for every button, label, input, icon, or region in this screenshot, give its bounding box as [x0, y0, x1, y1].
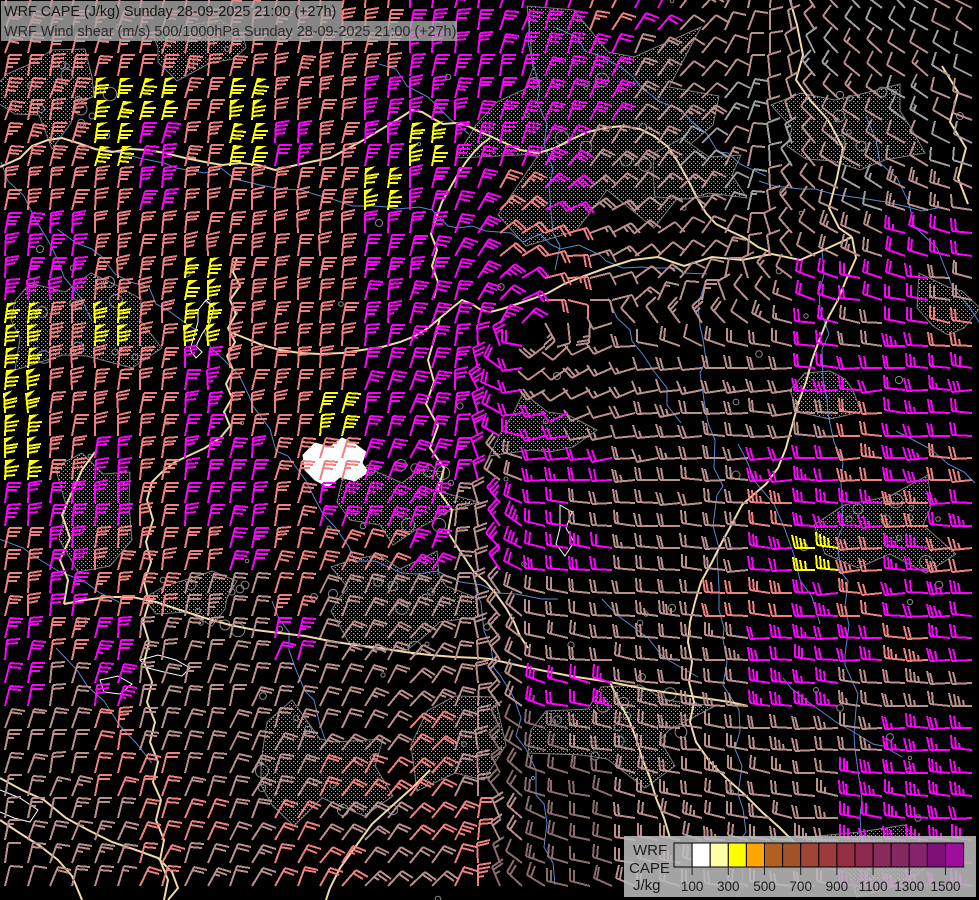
svg-text:700: 700 — [789, 879, 812, 894]
svg-text:500: 500 — [753, 879, 776, 894]
svg-text:WRF CAPE (J/kg) Sunday 28-09-2: WRF CAPE (J/kg) Sunday 28-09-2025 21:00 … — [4, 4, 336, 20]
svg-text:WRF: WRF — [633, 842, 667, 859]
svg-text:1500: 1500 — [930, 879, 960, 894]
svg-text:1300: 1300 — [894, 879, 924, 894]
svg-text:900: 900 — [826, 879, 849, 894]
svg-text:300: 300 — [717, 879, 740, 894]
svg-text:100: 100 — [681, 879, 704, 894]
svg-text:CAPE: CAPE — [629, 860, 670, 877]
svg-text:1100: 1100 — [859, 879, 888, 894]
svg-text:J/kg: J/kg — [633, 877, 661, 894]
svg-text:WRF Wind shear (m/s) 500/1000h: WRF Wind shear (m/s) 500/1000hPa Sunday … — [4, 24, 456, 40]
